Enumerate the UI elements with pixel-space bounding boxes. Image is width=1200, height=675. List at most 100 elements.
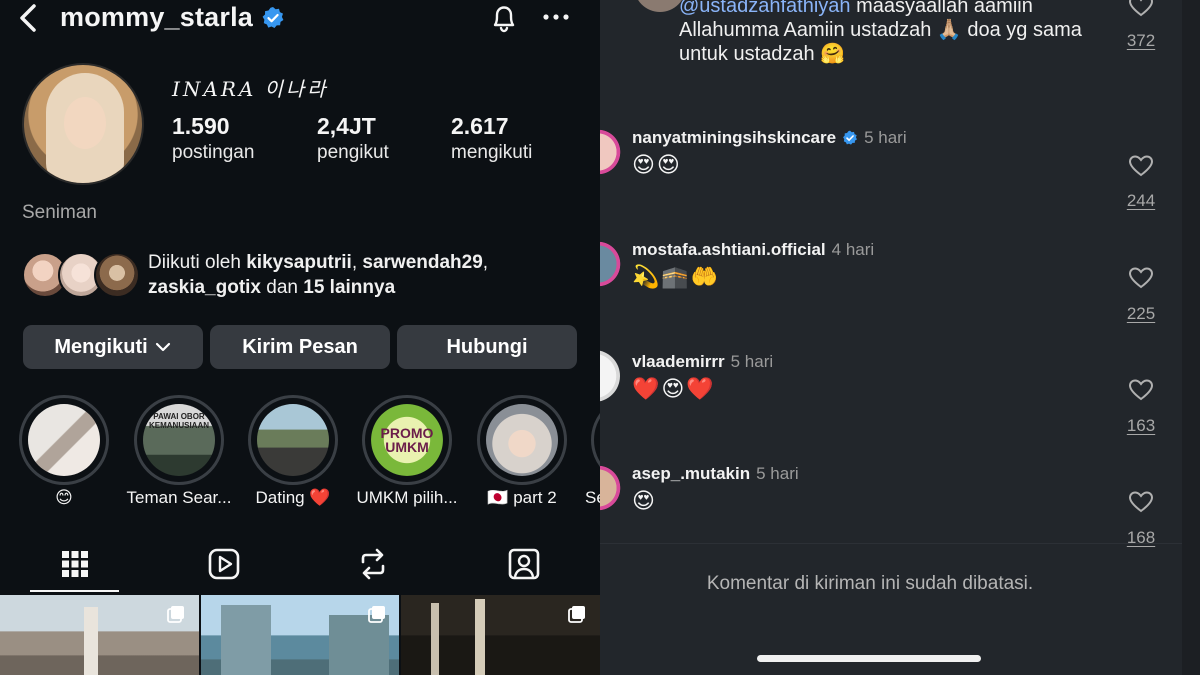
story-highlight[interactable] — [591, 395, 600, 485]
like-heart-icon[interactable] — [1128, 490, 1154, 514]
stat-following-value: 2.617 — [451, 113, 509, 139]
profile-header: mommy_starla — [0, 0, 600, 40]
stat-followers[interactable]: 2,4JT pengikut — [317, 113, 389, 164]
highlight-cover — [257, 404, 329, 476]
display-name: 𝐼𝑁𝐴𝑅𝐴 이나라 — [172, 79, 329, 101]
comment-time: 5 hari — [730, 352, 774, 371]
post-thumbnail[interactable] — [201, 595, 399, 675]
tagged-icon[interactable] — [504, 544, 544, 584]
like-heart-icon[interactable] — [1128, 154, 1154, 178]
story-highlight[interactable] — [248, 395, 338, 485]
comment-avatar[interactable] — [600, 126, 624, 178]
clock-tower-shape — [84, 607, 98, 675]
building-shape — [329, 615, 389, 675]
like-count[interactable]: 244 — [1120, 191, 1162, 211]
divider — [600, 543, 1200, 544]
story-highlight[interactable] — [477, 395, 567, 485]
comment-mention[interactable]: @ustadzahfathiyah — [679, 0, 851, 17]
like-count[interactable]: 372 — [1120, 31, 1162, 51]
profile-panel: mommy_starla 𝐼𝑁𝐴𝑅𝐴 이나라 1.590 postingan 2… — [0, 0, 600, 675]
like-count[interactable]: 168 — [1120, 528, 1162, 548]
following-button-label: Mengikuti — [54, 335, 148, 358]
comment-avatar[interactable] — [600, 238, 624, 290]
comment-avatar[interactable] — [600, 350, 620, 402]
contact-label: Hubungi — [446, 335, 528, 358]
active-tab-indicator — [30, 590, 119, 592]
mutual-avatar — [94, 252, 140, 298]
like-heart-icon[interactable] — [1128, 266, 1154, 290]
followed-by-prefix: Diikuti oleh — [148, 252, 247, 273]
comments-limited-notice: Komentar di kiriman ini sudah dibatasi. — [706, 573, 1034, 594]
reels-icon[interactable] — [204, 544, 244, 584]
stat-following[interactable]: 2.617 mengikuti — [451, 113, 532, 164]
multiple-posts-icon — [568, 606, 585, 623]
comment-time: 4 hari — [831, 240, 875, 259]
comment-time: 5 hari — [756, 464, 799, 483]
verified-badge-icon — [843, 130, 858, 145]
highlight-label: Dating ❤️ — [255, 488, 331, 507]
highlight-cover — [28, 404, 100, 476]
notification-bell-icon[interactable] — [488, 2, 520, 34]
highlight-cover-text: PAWAI OBOR KEMANUSIAAN — [149, 412, 209, 430]
panel-edge — [1182, 0, 1200, 675]
like-count[interactable]: 225 — [1120, 304, 1162, 324]
verified-badge-icon — [262, 6, 284, 28]
like-heart-icon[interactable] — [1128, 378, 1154, 402]
stat-posts[interactable]: 1.590 postingan — [172, 113, 254, 164]
comment-text: 😍 — [632, 488, 657, 513]
mutual-followers-avatars[interactable] — [22, 252, 142, 300]
more-options-icon[interactable] — [542, 10, 570, 24]
post-thumbnail[interactable] — [0, 595, 199, 675]
followed-by-text[interactable]: Diikuti oleh kikysaputrii, sarwendah29, z… — [148, 250, 588, 300]
comment-user-text: vlaademirrr — [632, 352, 725, 371]
stat-followers-value: 2,4JT — [317, 113, 376, 139]
following-button[interactable]: Mengikuti — [23, 325, 203, 369]
highlight-label: UMKM pilih... — [356, 488, 458, 507]
comment-text: ❤️😍❤️ — [632, 376, 716, 401]
home-indicator[interactable] — [757, 655, 981, 662]
profile-username: mommy_starla — [60, 2, 285, 33]
send-message-label: Kirim Pesan — [242, 335, 358, 358]
multiple-posts-icon — [368, 606, 385, 623]
highlight-cover-text: PROMO UMKM — [380, 425, 434, 455]
followed-by-others: 15 lainnya — [303, 277, 396, 298]
post-thumbnail[interactable] — [401, 595, 600, 675]
stat-posts-value: 1.590 — [172, 113, 230, 139]
comment-username[interactable]: asep_.mutakin 5 hari — [632, 464, 799, 484]
grid-icon[interactable] — [55, 544, 95, 584]
building-shape — [221, 605, 271, 675]
multiple-posts-icon — [167, 606, 184, 623]
profile-category: Seniman — [22, 202, 97, 223]
story-highlight[interactable]: PROMO UMKM — [362, 395, 452, 485]
chevron-down-icon — [155, 342, 170, 352]
highlight-label: Se — [585, 488, 600, 507]
comment-text: @ustadzahfathiyah maasyaallah aamiin All… — [679, 0, 1109, 66]
comment-username[interactable]: mostafa.ashtiani.official 4 hari — [632, 240, 874, 260]
minaret-shape — [431, 603, 439, 675]
followed-by-and: dan — [261, 277, 304, 298]
comment-time: 5 hari — [864, 128, 907, 147]
story-highlight[interactable] — [19, 395, 109, 485]
back-arrow-icon[interactable] — [14, 2, 44, 34]
followed-by-separator: , — [482, 252, 489, 273]
username-text: mommy_starla — [60, 2, 253, 32]
stat-posts-label: postingan — [172, 142, 255, 163]
story-highlight[interactable]: PAWAI OBOR KEMANUSIAAN — [134, 395, 224, 485]
followed-by-user: kikysaputrii — [246, 252, 352, 273]
reposts-icon[interactable] — [353, 544, 393, 584]
followed-by-user: sarwendah29 — [362, 252, 483, 273]
highlight-cover: PAWAI OBOR KEMANUSIAAN — [143, 404, 215, 476]
comment-avatar[interactable] — [600, 462, 624, 514]
profile-avatar[interactable] — [22, 63, 144, 185]
comment-username[interactable]: nanyatminingsihskincare 5 hari — [632, 128, 907, 148]
comment-username[interactable]: vlaademirrr 5 hari — [632, 352, 773, 372]
profile-tabs — [0, 540, 600, 594]
highlight-label: 🇯🇵 part 2 — [487, 488, 557, 507]
send-message-button[interactable]: Kirim Pesan — [210, 325, 390, 369]
stat-followers-label: pengikut — [317, 142, 389, 163]
like-heart-icon[interactable] — [1128, 0, 1154, 18]
like-count[interactable]: 163 — [1120, 416, 1162, 436]
comments-panel: @ustadzahfathiyah maasyaallah aamiin All… — [600, 0, 1200, 675]
avatar-face — [64, 97, 106, 149]
contact-button[interactable]: Hubungi — [397, 325, 577, 369]
